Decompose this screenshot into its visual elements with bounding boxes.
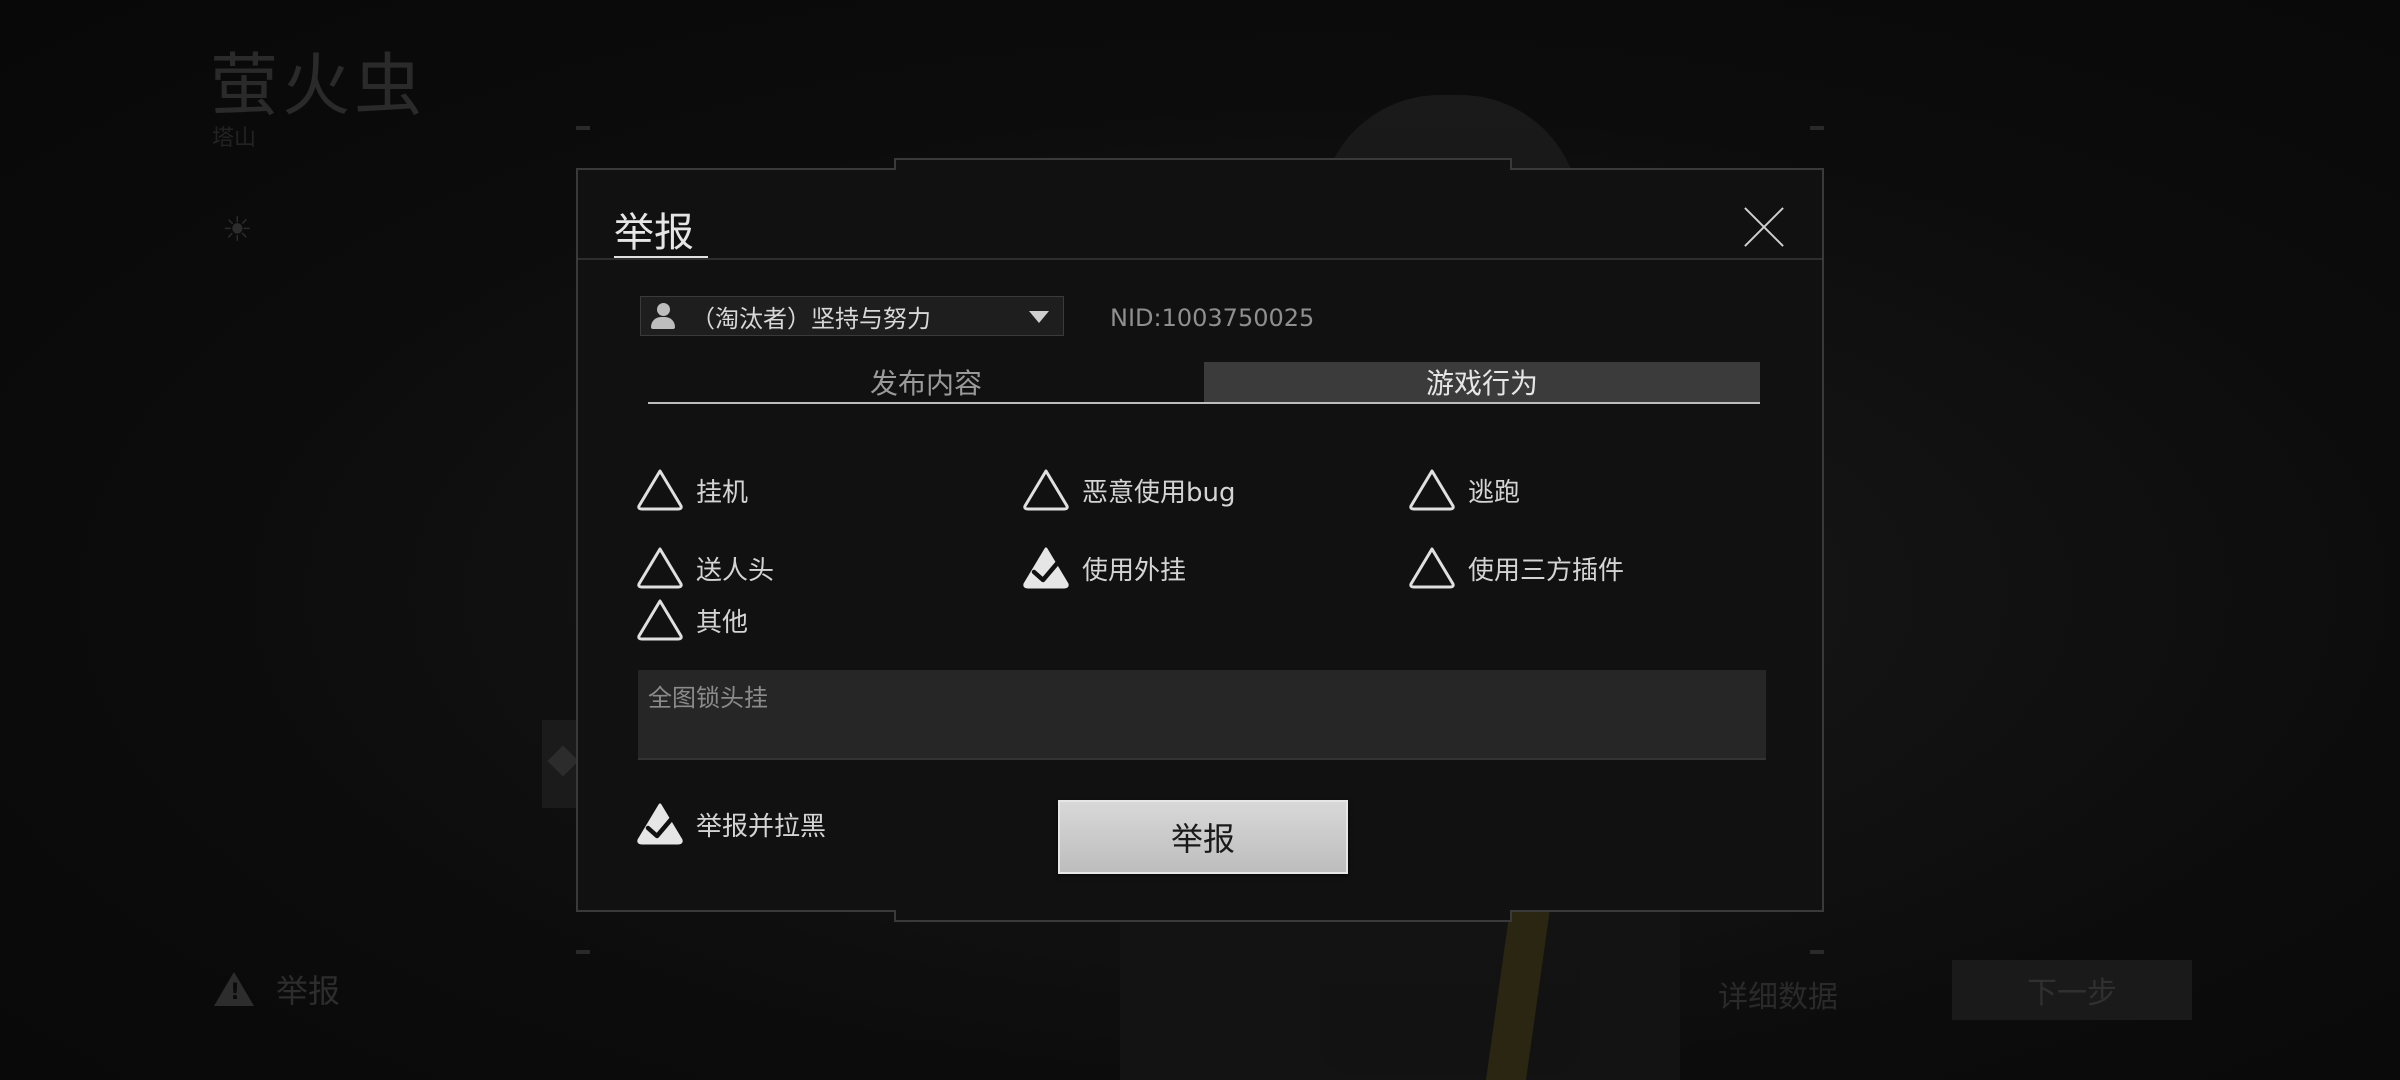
frame-corner: [576, 950, 590, 954]
report-description-input[interactable]: 全图锁头挂: [638, 670, 1766, 758]
option-label: 使用外挂: [1082, 555, 1187, 586]
option-bug-abuse[interactable]: 恶意使用bug: [1022, 468, 1236, 512]
dialog-bottom-notch: [894, 910, 1512, 922]
player-name: （淘汰者）坚持与努力: [691, 304, 931, 333]
submit-report-button[interactable]: 举报: [1058, 800, 1348, 874]
report-link-label: 举报: [276, 972, 341, 1010]
triangle-checkbox-icon: [1023, 469, 1069, 511]
dialog-top-notch: [894, 158, 1512, 170]
note-divider: [638, 758, 1766, 760]
triangle-checkbox-icon: [637, 547, 683, 589]
tab-game-behavior[interactable]: 游戏行为: [1204, 362, 1760, 402]
title-divider: [578, 258, 1822, 260]
triangle-checkbox-checked-icon: [1023, 547, 1069, 589]
option-label: 挂机: [696, 477, 749, 508]
chevron-down-icon: [1029, 311, 1049, 323]
close-icon[interactable]: [1742, 204, 1788, 250]
next-step-button[interactable]: 下一步: [1952, 960, 2192, 1020]
weather-sun-icon: ☀: [222, 210, 253, 250]
option-label: 逃跑: [1468, 477, 1521, 508]
triangle-checkbox-checked-icon: [637, 803, 683, 845]
tab-post-content[interactable]: 发布内容: [648, 362, 1204, 402]
option-label: 其他: [696, 607, 749, 638]
frame-corner: [1810, 126, 1824, 130]
detail-data-link[interactable]: 详细数据: [1718, 972, 1838, 1016]
diamond-icon: [547, 745, 579, 777]
option-label: 送人头: [696, 555, 775, 586]
option-afk[interactable]: 挂机: [636, 468, 748, 512]
triangle-checkbox-icon: [637, 599, 683, 641]
option-other[interactable]: 其他: [636, 598, 748, 642]
option-label: 使用三方插件: [1468, 555, 1625, 586]
report-dialog: 举报 （淘汰者）坚持与努力 NID:1003750025 发布内容 游戏行为 挂…: [576, 158, 1824, 922]
triangle-checkbox-icon: [1409, 547, 1455, 589]
player-select-dropdown[interactable]: （淘汰者）坚持与努力: [640, 296, 1064, 336]
frame-corner: [1810, 950, 1824, 954]
dialog-title: 举报: [614, 210, 694, 256]
map-title: 萤火虫: [210, 47, 427, 126]
warning-icon: [214, 972, 254, 1006]
triangle-checkbox-icon: [637, 469, 683, 511]
report-link[interactable]: 举报: [214, 966, 340, 1012]
frame-corner: [576, 126, 590, 130]
triangle-checkbox-icon: [1409, 469, 1455, 511]
option-cheating[interactable]: 使用外挂: [1022, 546, 1186, 590]
option-label: 恶意使用bug: [1082, 477, 1236, 508]
player-nid: NID:1003750025: [1110, 304, 1315, 332]
person-icon: [649, 301, 677, 331]
report-category-tabs: 发布内容 游戏行为: [648, 362, 1760, 404]
report-and-block-label: 举报并拉黑: [696, 811, 827, 842]
report-and-block-checkbox[interactable]: 举报并拉黑: [636, 802, 826, 846]
option-third-party-plugin[interactable]: 使用三方插件: [1408, 546, 1624, 590]
map-subtitle: 塔山: [212, 126, 257, 151]
option-feeding[interactable]: 送人头: [636, 546, 774, 590]
option-escape[interactable]: 逃跑: [1408, 468, 1520, 512]
